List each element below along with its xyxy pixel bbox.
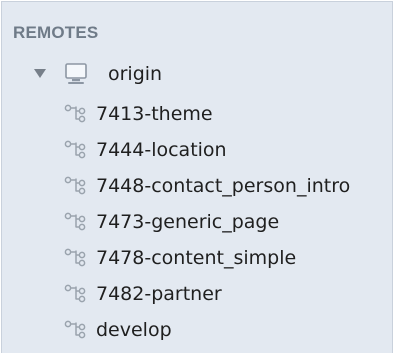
branch-icon	[64, 212, 86, 231]
branch-label: 7473-generic_page	[96, 211, 280, 233]
branch-icon	[64, 248, 86, 267]
computer-icon	[65, 63, 87, 84]
branch-label: 7448-contact_person_intro	[96, 175, 351, 197]
branch-item[interactable]: 7482-partner	[2, 279, 392, 309]
branch-item[interactable]: 7478-content_simple	[2, 243, 392, 273]
branch-icon	[64, 284, 86, 303]
branch-label: develop	[96, 319, 172, 341]
branch-icon	[64, 176, 86, 195]
branch-label: 7444-location	[96, 139, 227, 161]
branch-item[interactable]: 7444-location	[2, 135, 392, 165]
branch-item[interactable]: develop	[2, 315, 392, 345]
remotes-sidebar: REMOTES origin 7413-theme 7444-location …	[1, 1, 393, 353]
remote-label: origin	[108, 63, 163, 85]
remote-item-origin[interactable]: origin	[2, 59, 392, 91]
branch-icon	[64, 104, 86, 123]
branch-label: 7478-content_simple	[96, 247, 297, 269]
branch-label: 7482-partner	[96, 283, 222, 305]
branch-item[interactable]: 7473-generic_page	[2, 207, 392, 237]
branch-item[interactable]: 7448-contact_person_intro	[2, 171, 392, 201]
section-header-remotes: REMOTES	[13, 23, 99, 42]
disclosure-triangle-icon[interactable]	[34, 69, 46, 78]
branch-item[interactable]: 7413-theme	[2, 99, 392, 129]
branch-icon	[64, 140, 86, 159]
branch-icon	[64, 320, 86, 339]
branch-label: 7413-theme	[96, 103, 213, 125]
